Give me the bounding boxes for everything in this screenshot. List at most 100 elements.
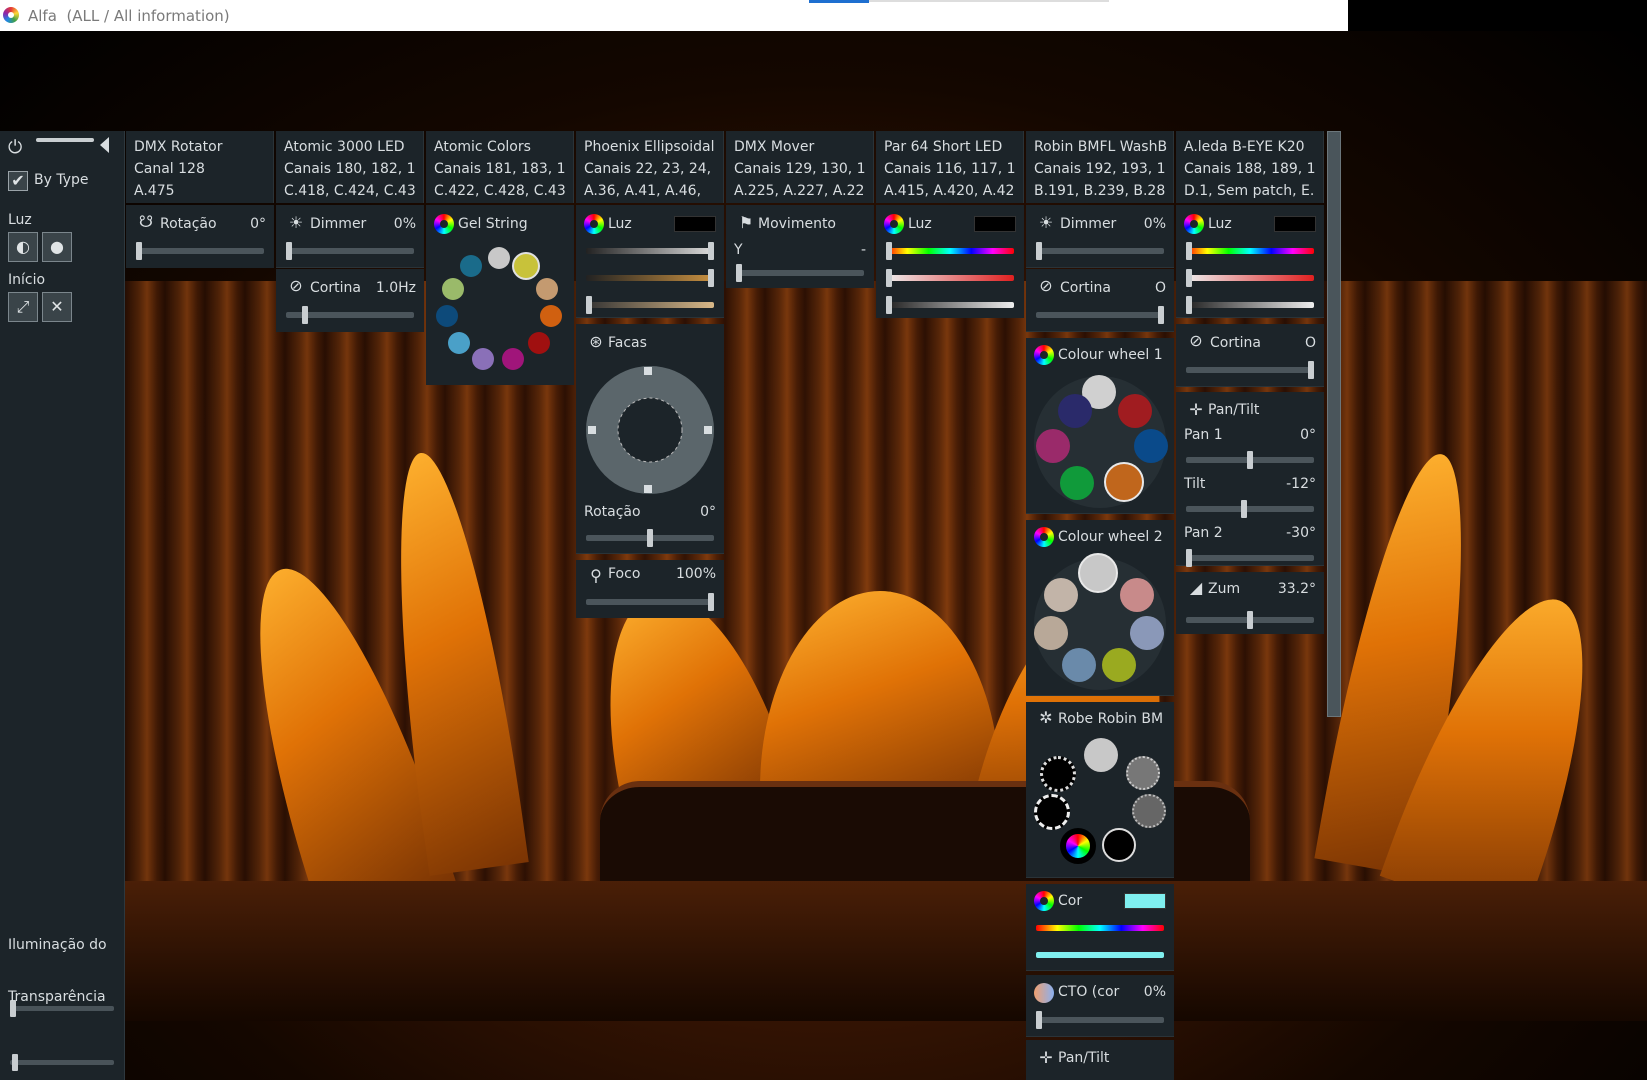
- wheel-color-selected[interactable]: [1104, 462, 1144, 502]
- color-swatch[interactable]: [674, 216, 716, 232]
- saturation-slider[interactable]: [886, 269, 1014, 287]
- slider-thumb[interactable]: [886, 296, 892, 314]
- wheel-color[interactable]: [1034, 616, 1068, 650]
- wheel-color[interactable]: [1044, 578, 1078, 612]
- slider-thumb[interactable]: [1158, 306, 1164, 324]
- collapse-arrow-icon[interactable]: [100, 137, 109, 153]
- gobo-bars[interactable]: [1034, 794, 1070, 830]
- luz-slider-1[interactable]: [586, 242, 714, 260]
- color-swatch[interactable]: [1274, 216, 1316, 232]
- slider-thumb[interactable]: [1247, 451, 1253, 469]
- slider-thumb[interactable]: [1186, 242, 1192, 260]
- slider-thumb[interactable]: [586, 296, 592, 314]
- light-off-button[interactable]: ◐: [8, 232, 38, 262]
- fixture-header-dmx-mover[interactable]: DMX Mover Canais 129, 130, 1 A.225, A.22…: [726, 131, 874, 203]
- color-swatch[interactable]: [974, 216, 1016, 232]
- gel-color-swatch[interactable]: [442, 278, 464, 300]
- saturation-slider[interactable]: [1186, 269, 1314, 287]
- slider-thumb[interactable]: [1036, 1011, 1042, 1029]
- cto-slider[interactable]: [1036, 1011, 1164, 1029]
- wheel-color[interactable]: [1102, 648, 1136, 682]
- wheel-color[interactable]: [1062, 648, 1096, 682]
- slider-thumb[interactable]: [12, 1054, 18, 1071]
- hue-slider[interactable]: [1036, 925, 1164, 931]
- gel-color-swatch-selected[interactable]: [512, 252, 540, 280]
- slider-thumb[interactable]: [286, 242, 292, 260]
- hue-slider[interactable]: [886, 242, 1014, 260]
- gobo-noise[interactable]: [1132, 794, 1166, 828]
- pan1-slider[interactable]: [1186, 451, 1314, 469]
- wheel-color[interactable]: [1130, 616, 1164, 650]
- slider-thumb[interactable]: [708, 269, 714, 287]
- fixture-header-par64[interactable]: Par 64 Short LED Canais 116, 117, 1 A.41…: [876, 131, 1024, 203]
- fixture-header-atomic-3000[interactable]: Atomic 3000 LED Canais 180, 182, 1 C.418…: [276, 131, 424, 203]
- gobo-open[interactable]: [1084, 738, 1118, 772]
- wheel-color[interactable]: [1118, 394, 1152, 428]
- color-swatch[interactable]: [1124, 893, 1166, 909]
- fixture-header-robin-bmfl[interactable]: Robin BMFL WashB Canais 192, 193, 1 B.19…: [1026, 131, 1174, 203]
- intensity-slider[interactable]: [1186, 296, 1314, 314]
- gel-color-swatch[interactable]: [472, 348, 494, 370]
- by-type-checkbox[interactable]: ✔: [8, 171, 28, 191]
- slider-thumb[interactable]: [1241, 500, 1247, 518]
- gel-color-swatch[interactable]: [540, 305, 562, 327]
- intensity-slider[interactable]: [886, 296, 1014, 314]
- gobo-color[interactable]: [1060, 828, 1096, 864]
- tilt-slider[interactable]: [1186, 500, 1314, 518]
- slider-thumb[interactable]: [886, 242, 892, 260]
- rotation-slider[interactable]: [136, 242, 264, 260]
- slider-thumb[interactable]: [736, 264, 742, 282]
- wheel-color[interactable]: [1134, 429, 1168, 463]
- iluminacao-slider[interactable]: [10, 1000, 114, 1017]
- pan2-slider[interactable]: [1186, 549, 1314, 567]
- wheel-color[interactable]: [1058, 394, 1092, 428]
- wheel-color[interactable]: [1036, 429, 1070, 463]
- gel-color-swatch[interactable]: [488, 247, 510, 269]
- slider-thumb[interactable]: [136, 242, 142, 260]
- gel-color-swatch[interactable]: [436, 305, 458, 327]
- wheel-color-selected[interactable]: [1078, 553, 1118, 593]
- wheel-color[interactable]: [1120, 578, 1154, 612]
- fixture-header-atomic-colors[interactable]: Atomic Colors Canais 181, 183, 1 C.422, …: [426, 131, 574, 203]
- saturation-slider[interactable]: [1036, 952, 1164, 958]
- slider-thumb[interactable]: [708, 593, 714, 611]
- cortina-slider[interactable]: [286, 306, 414, 324]
- fixture-header-phoenix[interactable]: Phoenix Ellipsoidal Canais 22, 23, 24, A…: [576, 131, 724, 203]
- slider-thumb[interactable]: [1186, 269, 1192, 287]
- gel-color-swatch[interactable]: [448, 332, 470, 354]
- slider-thumb[interactable]: [302, 306, 308, 324]
- cortina-slider[interactable]: [1186, 361, 1314, 379]
- gobo-shards[interactable]: [1102, 828, 1136, 862]
- gobo-texture[interactable]: [1126, 756, 1160, 790]
- gel-color-swatch[interactable]: [502, 348, 524, 370]
- slider-thumb[interactable]: [708, 242, 714, 260]
- fixture-header-dmx-rotator[interactable]: DMX Rotator Canal 128 A.475: [126, 131, 274, 203]
- gel-color-swatch[interactable]: [460, 255, 482, 277]
- slider-thumb[interactable]: [1308, 361, 1314, 379]
- gel-color-swatch[interactable]: [528, 332, 550, 354]
- slider-thumb[interactable]: [886, 269, 892, 287]
- wheel-color[interactable]: [1060, 466, 1094, 500]
- master-slider[interactable]: [36, 138, 94, 142]
- dimmer-slider[interactable]: [1036, 242, 1164, 260]
- panel-scrollbar[interactable]: [1327, 131, 1341, 717]
- movimento-y-slider[interactable]: [736, 264, 864, 282]
- luz-slider-2[interactable]: [586, 269, 714, 287]
- power-icon[interactable]: ⏻: [8, 137, 22, 158]
- cortina-slider[interactable]: [1036, 306, 1164, 324]
- slider-thumb[interactable]: [1247, 611, 1253, 629]
- zum-slider[interactable]: [1186, 611, 1314, 629]
- slider-thumb[interactable]: [1186, 296, 1192, 314]
- foco-slider[interactable]: [586, 593, 714, 611]
- gobo-dots[interactable]: [1040, 756, 1076, 792]
- hue-slider[interactable]: [1186, 242, 1314, 260]
- fixture-header-b-eye[interactable]: A.leda B-EYE K20 Canais 188, 189, 1 D.1,…: [1176, 131, 1324, 203]
- slider-thumb[interactable]: [647, 529, 653, 547]
- luz-slider-3[interactable]: [586, 296, 714, 314]
- start-button-2[interactable]: ✕: [42, 292, 72, 322]
- slider-thumb[interactable]: [1186, 549, 1192, 567]
- start-button-1[interactable]: ⤢: [8, 292, 38, 322]
- facas-rotation-slider[interactable]: [586, 529, 714, 547]
- shutters-diagram[interactable]: [584, 364, 716, 496]
- transparencia-slider[interactable]: [10, 1054, 114, 1071]
